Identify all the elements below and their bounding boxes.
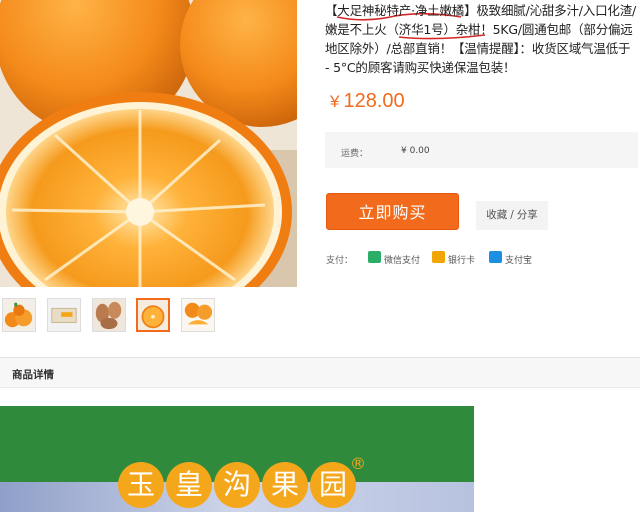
favorite-share-separator: / [510, 209, 514, 221]
favorite-label[interactable]: 收藏 [486, 209, 507, 221]
details-tab-bar: 商品详情 [0, 358, 640, 388]
product-title: 【大足神秘特产·净土嫩橘】极致细腻/沁甜多汁/入口化渣/嫩是不上火（济华1号）杂… [325, 1, 637, 77]
bank-card-icon [432, 251, 445, 263]
payment-alipay: 支付宝 [489, 251, 541, 266]
brand-char-1: 玉 [118, 462, 164, 508]
payment-wechat-label: 微信支付 [384, 256, 421, 266]
alipay-icon [489, 251, 502, 263]
price-value: 128.00 [343, 90, 405, 112]
product-title-highlight: 【大足神秘特产·净土嫩橘】 [325, 3, 477, 18]
favorite-share-button[interactable]: 收藏 / 分享 [476, 201, 548, 230]
registered-mark: ® [350, 454, 366, 473]
buy-now-button[interactable]: 立即购买 [326, 193, 459, 230]
wechat-pay-icon [368, 251, 381, 263]
payment-methods: 支付： 微信支付 银行卡 支付宝 [326, 251, 626, 266]
shipping-box: 运费： ¥ 0.00 [325, 132, 638, 168]
thumbnail-4[interactable] [136, 298, 170, 332]
thumbnail-5[interactable] [181, 298, 215, 332]
main-product-image [0, 0, 297, 287]
shipping-value: ¥ 0.00 [401, 146, 430, 156]
brand-char-2: 皇 [166, 462, 212, 508]
orange-photo [0, 0, 297, 287]
brand-char-3: 沟 [214, 462, 260, 508]
tab-product-details[interactable]: 商品详情 [12, 367, 54, 382]
brand-char-4: 果 [262, 462, 308, 508]
share-label[interactable]: 分享 [517, 209, 538, 221]
thumbnail-1[interactable] [2, 298, 36, 332]
price-currency: ¥ [330, 92, 340, 111]
detail-banner: 玉 皇 沟 果 园 ® [0, 406, 474, 512]
payment-wechat: 微信支付 [368, 251, 430, 266]
product-price: ¥128.00 [330, 90, 405, 113]
thumbnail-3[interactable] [92, 298, 126, 332]
shipping-label: 运费： [341, 149, 369, 159]
payment-bank-card: 银行卡 [432, 251, 484, 266]
payment-alipay-label: 支付宝 [505, 256, 533, 266]
thumbnail-2[interactable] [47, 298, 81, 332]
payment-bank-card-label: 银行卡 [448, 256, 476, 266]
payment-label: 支付： [326, 256, 354, 266]
